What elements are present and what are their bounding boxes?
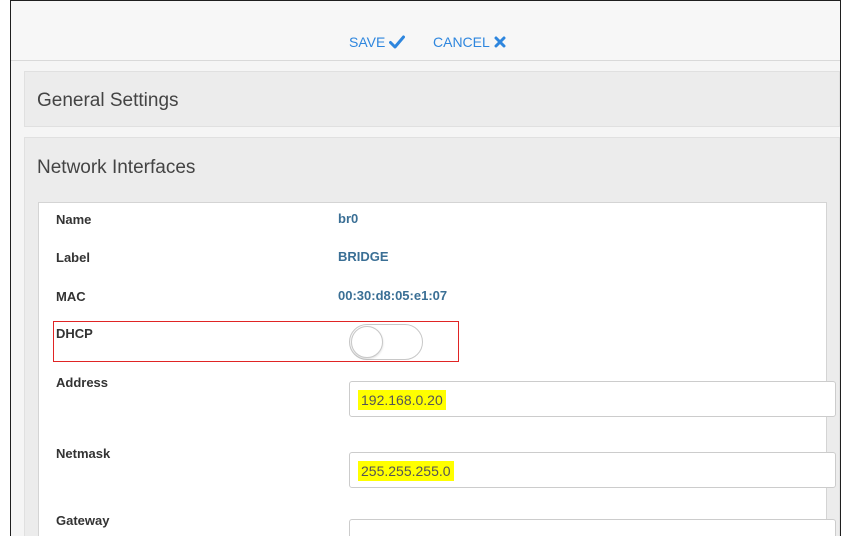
action-toolbar: SAVE CANCEL bbox=[11, 1, 840, 61]
address-input[interactable]: 192.168.0.20 bbox=[349, 381, 836, 417]
network-interfaces-panel: Network Interfaces Name br0 Label BRIDGE… bbox=[24, 137, 840, 536]
gateway-input[interactable] bbox=[349, 519, 836, 536]
general-settings-title: General Settings bbox=[37, 90, 179, 111]
address-label: Address bbox=[56, 375, 109, 390]
save-button[interactable]: SAVE bbox=[349, 32, 406, 52]
save-label: SAVE bbox=[349, 34, 386, 50]
check-icon bbox=[389, 35, 406, 49]
address-value: 192.168.0.20 bbox=[358, 390, 446, 410]
dhcp-label: DHCP bbox=[56, 326, 93, 341]
netmask-input[interactable]: 255.255.255.0 bbox=[349, 452, 836, 488]
name-label: Name bbox=[56, 212, 92, 227]
x-icon bbox=[494, 36, 506, 48]
cancel-label: CANCEL bbox=[433, 34, 490, 50]
dhcp-toggle[interactable] bbox=[349, 324, 423, 360]
mac-value: 00:30:d8:05:e1:07 bbox=[338, 288, 448, 303]
netmask-value: 255.255.255.0 bbox=[358, 461, 454, 481]
mac-label: MAC bbox=[56, 289, 86, 304]
label-value: BRIDGE bbox=[338, 249, 389, 264]
gateway-label: Gateway bbox=[56, 513, 110, 528]
general-settings-panel[interactable]: General Settings bbox=[24, 71, 840, 127]
cancel-button[interactable]: CANCEL bbox=[433, 32, 506, 52]
network-interfaces-title: Network Interfaces bbox=[37, 157, 196, 178]
settings-window: SAVE CANCEL General Settings Network Int… bbox=[10, 0, 841, 536]
netmask-label: Netmask bbox=[56, 446, 111, 461]
interface-card: Name br0 Label BRIDGE MAC 00:30:d8:05:e1… bbox=[38, 202, 836, 536]
label-label: Label bbox=[56, 250, 90, 265]
toggle-knob bbox=[351, 326, 383, 358]
name-value: br0 bbox=[338, 211, 359, 226]
